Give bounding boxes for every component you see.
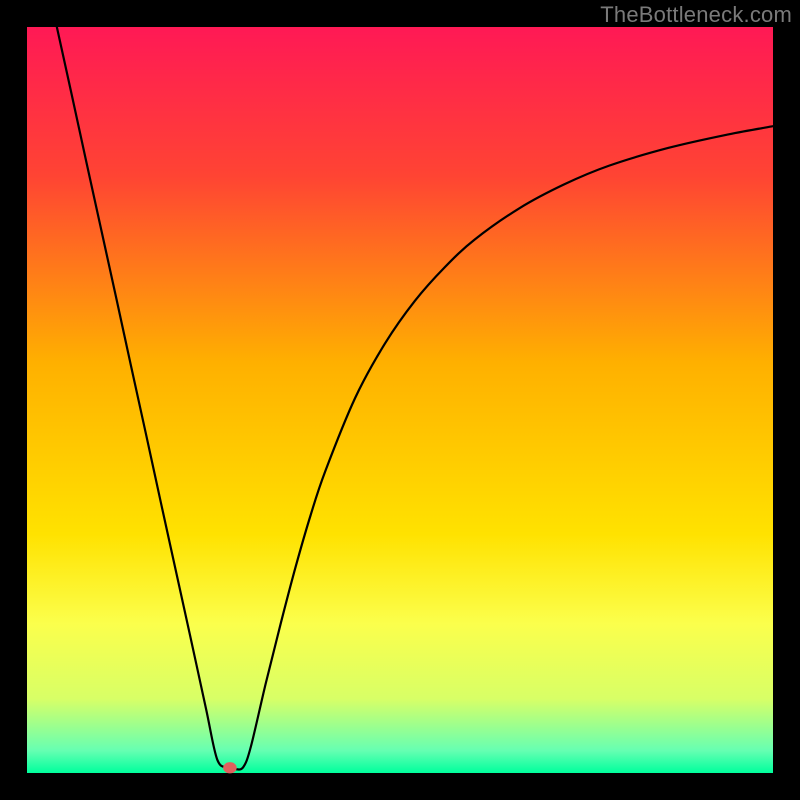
watermark-label: TheBottleneck.com — [600, 2, 792, 28]
chart-container: TheBottleneck.com — [0, 0, 800, 800]
frame-right — [773, 0, 800, 800]
frame-left — [0, 0, 27, 800]
bottleneck-chart — [0, 0, 800, 800]
minimum-marker — [223, 762, 237, 773]
frame-bottom — [0, 773, 800, 800]
